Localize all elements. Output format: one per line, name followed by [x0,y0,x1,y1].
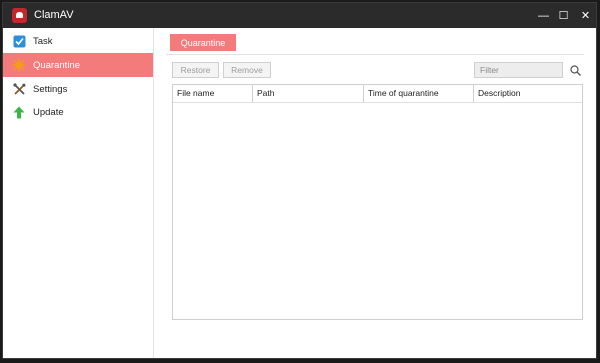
tools-icon [12,82,26,96]
sidebar-item-label: Task [33,35,53,47]
arrow-up-icon [12,105,26,119]
app-window: ClamAV — ☐ ✕ Task Quarantine Settings Up… [2,2,597,359]
main-panel: Quarantine Restore Remove File name Path… [154,28,596,358]
clamav-logo-icon [12,8,27,23]
sidebar-item-quarantine[interactable]: Quarantine [3,53,153,77]
sidebar-item-task[interactable]: Task [3,29,153,53]
table-header: File name Path Time of quarantine Descri… [173,85,582,103]
sidebar: Task Quarantine Settings Update [3,28,154,358]
filter-input[interactable] [474,62,563,78]
sidebar-item-label: Quarantine [33,59,81,71]
remove-button[interactable]: Remove [223,62,271,78]
sidebar-item-label: Update [33,106,64,118]
sidebar-item-label: Settings [33,83,68,95]
column-header-description[interactable]: Description [474,85,582,102]
quarantine-table: File name Path Time of quarantine Descri… [172,84,583,320]
column-header-path[interactable]: Path [253,85,364,102]
search-icon[interactable] [568,62,582,78]
restore-button[interactable]: Restore [172,62,219,78]
tab-quarantine[interactable]: Quarantine [170,34,236,51]
window-title: ClamAV [34,9,74,21]
sidebar-item-update[interactable]: Update [3,100,153,124]
checkbox-icon [12,34,26,48]
title-bar: ClamAV — ☐ ✕ [3,3,596,28]
virus-icon [12,58,26,72]
sidebar-item-settings[interactable]: Settings [3,77,153,101]
tab-divider [166,54,584,55]
column-header-time-of-quarantine[interactable]: Time of quarantine [364,85,474,102]
close-button[interactable]: ✕ [572,3,599,28]
column-header-file-name[interactable]: File name [173,85,253,102]
